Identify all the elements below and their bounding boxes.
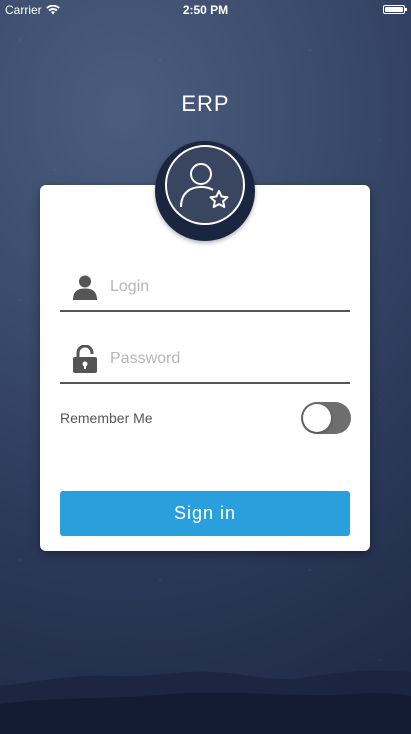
remember-me-label: Remember Me	[60, 410, 153, 426]
person-icon	[60, 274, 110, 300]
app-title: ERP	[181, 91, 230, 116]
password-input[interactable]	[110, 350, 340, 368]
sign-in-button[interactable]: Sign in	[60, 491, 350, 536]
toggle-knob[interactable]	[303, 404, 331, 432]
user-star-icon	[180, 163, 229, 208]
avatar	[165, 145, 245, 225]
status-bar: Carrier 2:50 PM	[0, 0, 411, 20]
mountain-silhouette	[0, 670, 411, 734]
avatar-frame	[155, 141, 255, 241]
lock-icon	[60, 345, 110, 373]
remember-me-toggle[interactable]	[301, 402, 351, 434]
login-input[interactable]	[110, 278, 340, 296]
battery-fill	[385, 7, 403, 12]
login-field[interactable]	[60, 264, 350, 312]
password-field[interactable]	[60, 336, 350, 384]
status-time: 2:50 PM	[182, 3, 229, 17]
battery-icon	[383, 5, 407, 14]
